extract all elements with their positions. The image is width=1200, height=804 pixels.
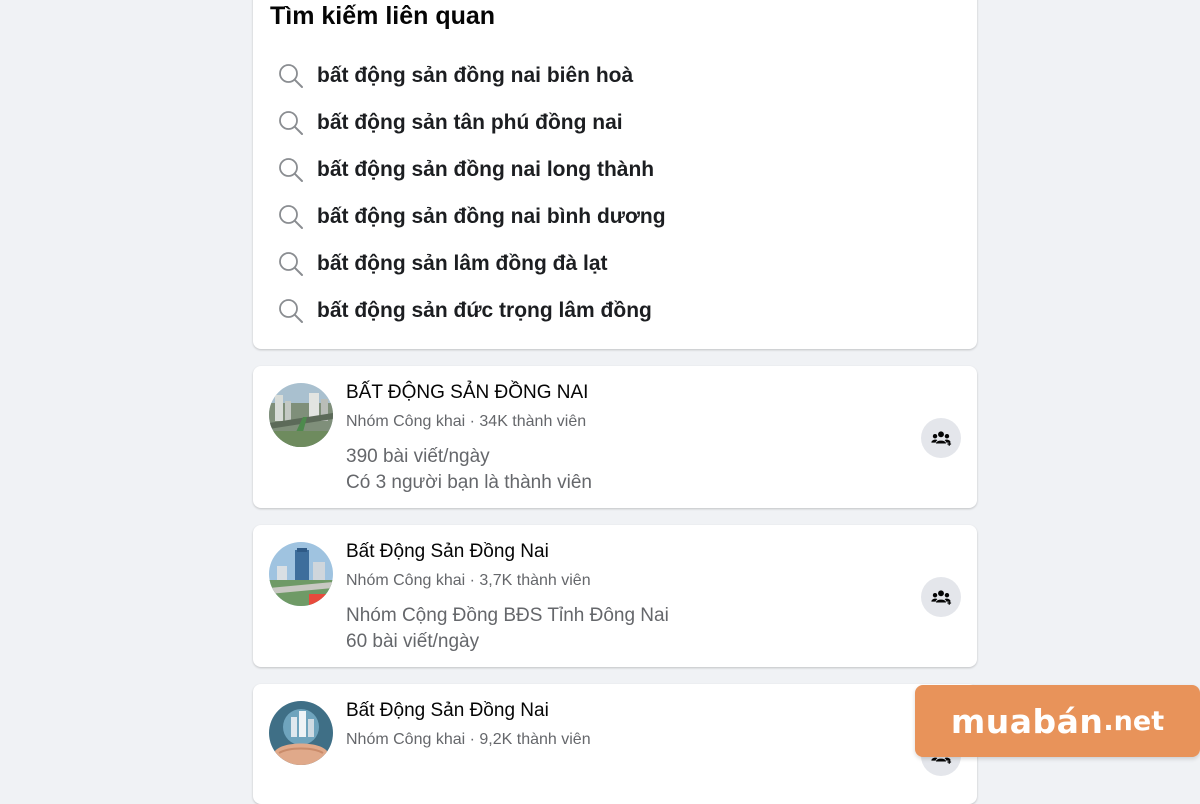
suggestion-label: bất động sản đồng nai long thành — [317, 157, 655, 181]
suggestion-item[interactable]: bất động sản đồng nai bình dương — [277, 193, 666, 240]
group-description: 390 bài viết/ngày Có 3 người bạn là thàn… — [346, 444, 592, 496]
related-searches-list: bất động sản đồng nai biên hoà bất động … — [277, 52, 666, 334]
join-group-button[interactable] — [921, 577, 961, 617]
group-result-card[interactable]: BẤT ĐỘNG SẢN ĐỒNG NAI Nhóm Công khai · 3… — [253, 366, 977, 508]
group-result-card[interactable]: Bất Động Sản Đồng Nai Nhóm Công khai · 9… — [253, 684, 977, 804]
suggestion-item[interactable]: bất động sản đức trọng lâm đồng — [277, 287, 666, 334]
join-group-icon — [931, 590, 952, 605]
group-desc-line: Nhóm Cộng Đồng BĐS Tỉnh Đông Nai — [346, 605, 669, 626]
watermark-ext-text: .net — [1103, 705, 1165, 737]
related-searches-title: Tìm kiếm liên quan — [270, 2, 496, 30]
suggestion-item[interactable]: bất động sản lâm đồng đà lạt — [277, 240, 666, 287]
search-icon — [279, 157, 303, 182]
watermark-main-text: muabán — [950, 701, 1104, 741]
suggestion-item[interactable]: bất động sản tân phú đồng nai — [277, 99, 666, 146]
search-icon — [279, 298, 303, 323]
group-desc-line: 60 bài viết/ngày — [346, 631, 480, 652]
suggestion-label: bất động sản tân phú đồng nai — [317, 110, 623, 134]
muaban-watermark-logo: muabán .net — [915, 685, 1200, 757]
group-avatar[interactable] — [269, 701, 333, 765]
group-name[interactable]: Bất Động Sản Đồng Nai — [346, 541, 549, 563]
related-searches-card: Tìm kiếm liên quan bất động sản đồng nai… — [253, 0, 977, 349]
search-icon — [279, 110, 303, 135]
group-meta: Nhóm Công khai · 3,7K thành viên — [346, 572, 591, 589]
group-result-card[interactable]: Bất Động Sản Đồng Nai Nhóm Công khai · 3… — [253, 525, 977, 667]
search-icon — [279, 204, 303, 229]
suggestion-label: bất động sản lâm đồng đà lạt — [317, 251, 608, 275]
suggestion-item[interactable]: bất động sản đồng nai long thành — [277, 146, 666, 193]
group-avatar[interactable] — [269, 542, 333, 606]
group-desc-line: 390 bài viết/ngày — [346, 446, 490, 467]
group-meta: Nhóm Công khai · 9,2K thành viên — [346, 731, 591, 748]
group-avatar[interactable] — [269, 383, 333, 447]
search-icon — [279, 251, 303, 276]
join-group-button[interactable] — [921, 418, 961, 458]
suggestion-label: bất động sản đồng nai bình dương — [317, 204, 666, 228]
group-name[interactable]: Bất Động Sản Đồng Nai — [346, 700, 549, 722]
search-icon — [279, 63, 303, 88]
group-name[interactable]: BẤT ĐỘNG SẢN ĐỒNG NAI — [346, 382, 588, 404]
suggestion-label: bất động sản đức trọng lâm đồng — [317, 298, 652, 322]
group-desc-line: Có 3 người bạn là thành viên — [346, 472, 592, 493]
suggestion-item[interactable]: bất động sản đồng nai biên hoà — [277, 52, 666, 99]
group-meta: Nhóm Công khai · 34K thành viên — [346, 413, 587, 430]
suggestion-label: bất động sản đồng nai biên hoà — [317, 63, 634, 87]
join-group-icon — [931, 431, 952, 446]
group-description: Nhóm Cộng Đồng BĐS Tỉnh Đông Nai 60 bài … — [346, 603, 669, 655]
